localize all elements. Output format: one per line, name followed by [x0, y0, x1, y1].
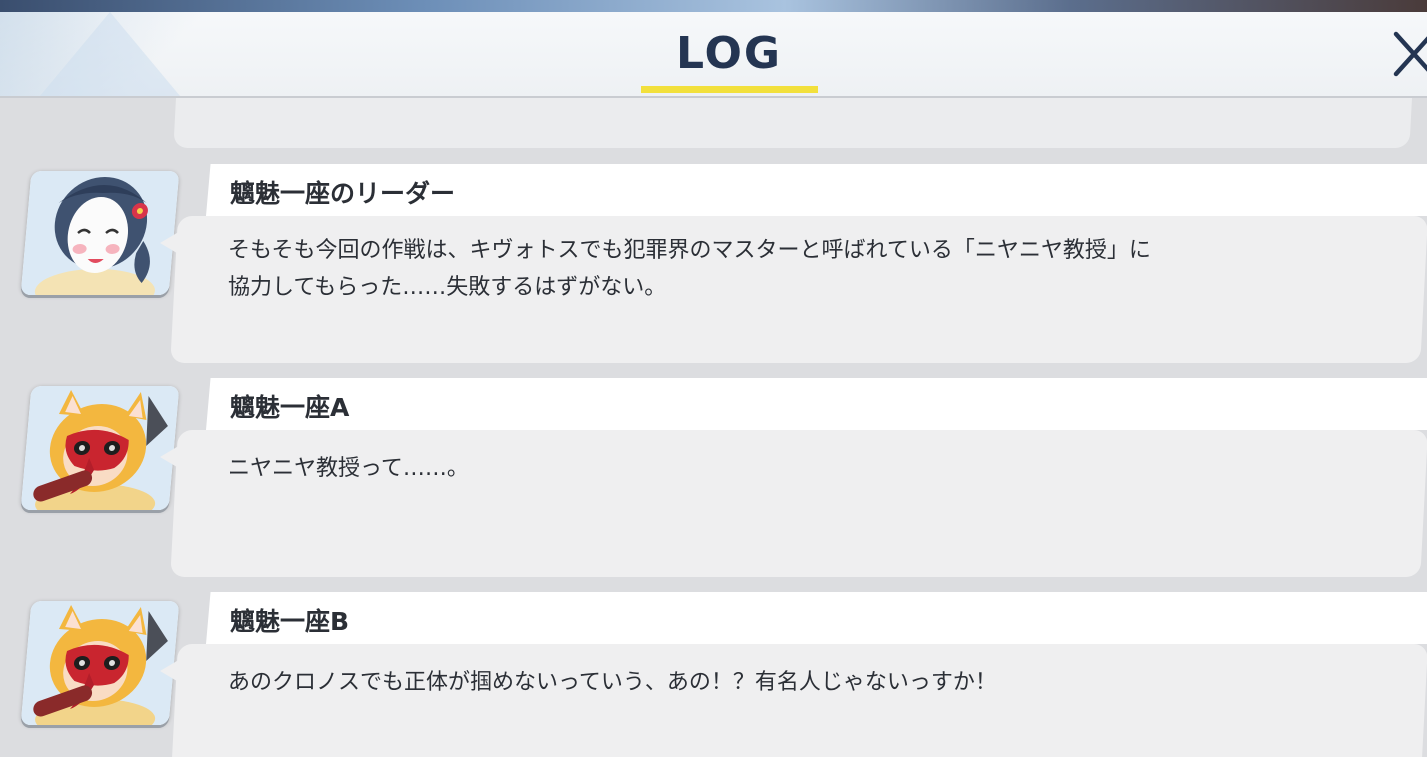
fox-girl-red-mask-avatar-icon — [20, 386, 180, 510]
fox-girl-red-mask-avatar-icon — [20, 601, 180, 725]
message-text: あのクロノスでも正体が掴めないっていう、あの！？有名人じゃないっすか！ — [228, 670, 997, 695]
log-list[interactable]: 魑魅一座のリーダー そもそも今回の作戦は、キヴォトスでも犯罪界のマスターと呼ばれ… — [0, 98, 1427, 757]
speaker-avatar — [20, 386, 180, 510]
message-text: そもそも今回の作戦は、キヴォトスでも犯罪界のマスターと呼ばれている「ニヤニヤ教授… — [228, 238, 1151, 300]
bubble-tail — [160, 444, 182, 470]
speaker-name: 魑魅一座B — [230, 607, 350, 636]
previous-message-bubble — [173, 98, 1412, 148]
close-button[interactable] — [1388, 26, 1427, 82]
message-text: ニヤニヤ教授って……。 — [228, 456, 469, 481]
bubble-tail — [160, 658, 182, 684]
bubble-tail — [160, 230, 182, 256]
speaker-name-bar — [206, 592, 1427, 644]
page-title: LOG — [676, 28, 782, 79]
title-underline — [641, 86, 818, 93]
speaker-name-bar — [206, 378, 1427, 430]
speaker-avatar — [20, 601, 180, 725]
log-header: LOG — [0, 12, 1427, 98]
masked-girl-white-mask-avatar-icon — [20, 171, 180, 295]
close-icon — [1393, 31, 1427, 77]
speaker-name: 魑魅一座のリーダー — [230, 179, 456, 208]
speaker-avatar — [20, 171, 180, 295]
header-decoration-triangle — [40, 12, 180, 96]
speaker-name: 魑魅一座A — [230, 393, 350, 422]
